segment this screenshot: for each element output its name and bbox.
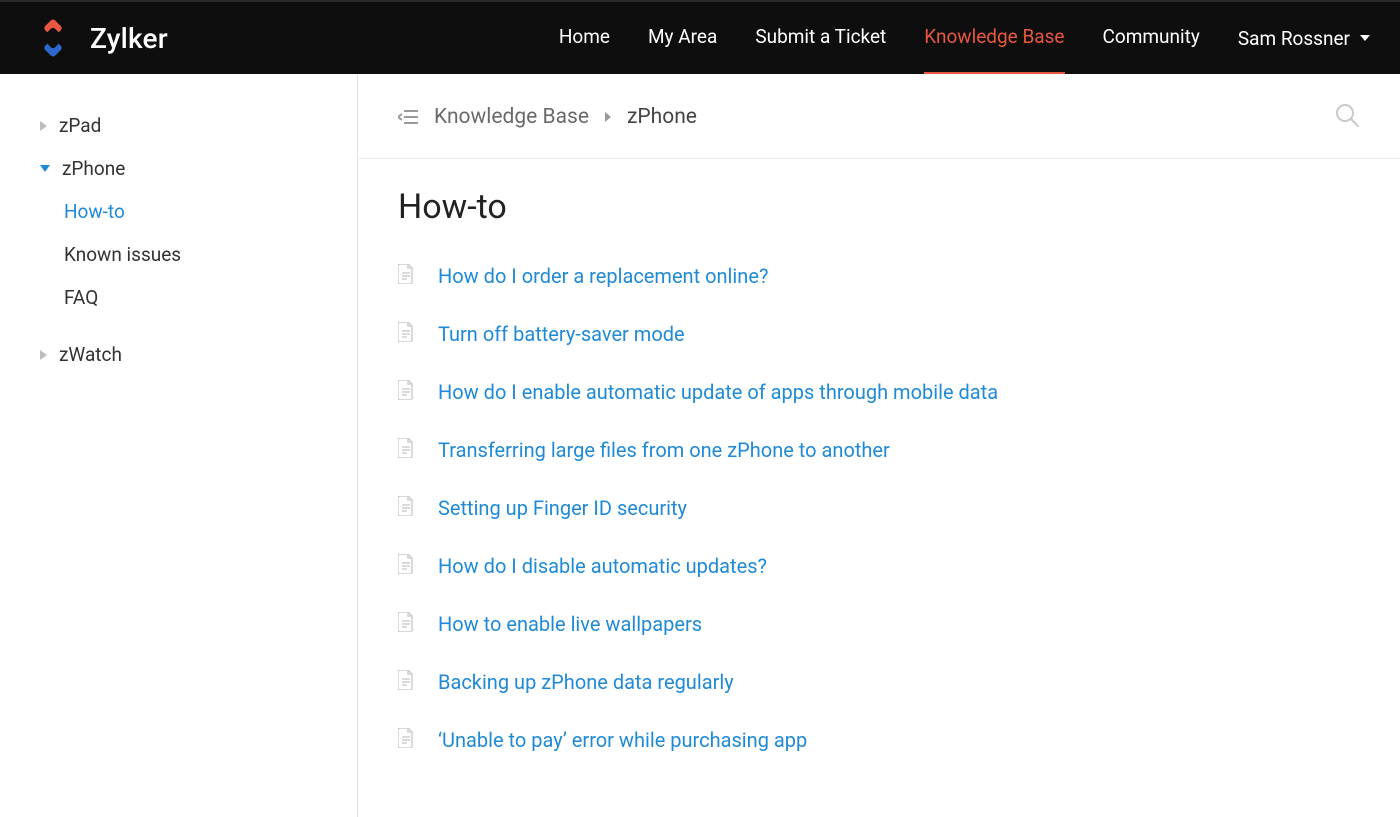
search-icon[interactable] [1334,102,1360,132]
chevron-right-icon [40,121,47,131]
brand-logo[interactable]: Zylker [30,15,168,61]
document-icon [398,438,414,462]
nav-submit-ticket[interactable]: Submit a Ticket [755,25,886,52]
article-item[interactable]: Turn off battery-saver mode [398,305,1360,363]
breadcrumb-bar: Knowledge Base zPhone [358,74,1400,159]
document-icon [398,670,414,694]
chevron-right-icon [40,350,47,360]
header-bar: Zylker Home My Area Submit a Ticket Know… [0,0,1400,74]
nav-community[interactable]: Community [1103,25,1200,52]
main-content: Knowledge Base zPhone How-to How do I or… [358,74,1400,817]
sidebar-item-label: FAQ [64,286,98,309]
article-item[interactable]: Transferring large files from one zPhone… [398,421,1360,479]
article-item[interactable]: How to enable live wallpapers [398,595,1360,653]
document-icon [398,380,414,404]
chevron-right-icon [605,112,611,122]
sidebar: zPad zPhone How-to Known issues FAQ zWat… [0,74,358,817]
article-link[interactable]: Transferring large files from one zPhone… [438,438,890,462]
user-menu[interactable]: Sam Rossner [1238,27,1370,50]
breadcrumb-root[interactable]: Knowledge Base [434,105,589,129]
sidebar-item-label: How-to [64,200,125,223]
article-item[interactable]: ‘Unable to pay’ error while purchasing a… [398,711,1360,769]
article-item[interactable]: Setting up Finger ID security [398,479,1360,537]
main-nav: Home My Area Submit a Ticket Knowledge B… [559,25,1370,52]
sidebar-item-zpad[interactable]: zPad [0,104,357,147]
user-name: Sam Rossner [1238,27,1350,50]
article-link[interactable]: Backing up zPhone data regularly [438,670,734,694]
sidebar-item-label: zPad [59,114,101,137]
article-item[interactable]: Backing up zPhone data regularly [398,653,1360,711]
sidebar-sub-faq[interactable]: FAQ [0,276,357,319]
sidebar-item-zphone[interactable]: zPhone [0,147,357,190]
article-link[interactable]: How do I disable automatic updates? [438,554,767,578]
article-link[interactable]: How to enable live wallpapers [438,612,702,636]
article-item[interactable]: How do I disable automatic updates? [398,537,1360,595]
sidebar-sub-how-to[interactable]: How-to [0,190,357,233]
chevron-down-icon [40,165,50,172]
chevron-down-icon [1360,35,1370,41]
document-icon [398,264,414,288]
article-item[interactable]: How do I order a replacement online? [398,247,1360,305]
document-icon [398,728,414,752]
sidebar-item-label: Known issues [64,243,181,266]
nav-home[interactable]: Home [559,25,610,52]
document-icon [398,322,414,346]
document-icon [398,612,414,636]
article-link[interactable]: How do I order a replacement online? [438,264,768,288]
sidebar-item-label: zWatch [59,343,122,366]
sidebar-toggle-icon[interactable] [398,109,418,125]
article-link[interactable]: Setting up Finger ID security [438,496,687,520]
page-title: How-to [358,159,1400,237]
breadcrumb-current[interactable]: zPhone [627,105,697,129]
article-item[interactable]: How do I enable automatic update of apps… [398,363,1360,421]
article-link[interactable]: How do I enable automatic update of apps… [438,380,998,404]
document-icon [398,496,414,520]
document-icon [398,554,414,578]
nav-my-area[interactable]: My Area [648,25,717,52]
article-list: How do I order a replacement online? Tur… [358,237,1400,809]
brand-name: Zylker [90,22,168,55]
article-link[interactable]: Turn off battery-saver mode [438,322,685,346]
article-link[interactable]: ‘Unable to pay’ error while purchasing a… [438,728,807,752]
brand-mark-icon [30,15,76,61]
nav-knowledge-base[interactable]: Knowledge Base [924,25,1064,52]
sidebar-item-zwatch[interactable]: zWatch [0,333,357,376]
sidebar-item-label: zPhone [62,157,125,180]
sidebar-sub-known-issues[interactable]: Known issues [0,233,357,276]
